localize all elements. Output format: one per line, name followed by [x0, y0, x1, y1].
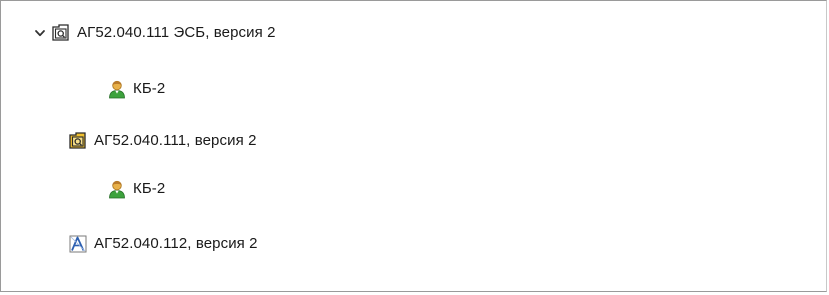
user-icon: [107, 179, 127, 199]
user-icon: [107, 79, 127, 99]
tree-node-label: АГ52.040.112, версия 2: [94, 235, 258, 252]
tree-node-label: АГ52.040.111, версия 2: [94, 132, 257, 149]
tree-node-kb2-b[interactable]: КБ-2: [107, 177, 165, 201]
chevron-down-icon[interactable]: [32, 21, 48, 45]
drawing-icon: [68, 234, 88, 254]
tree-node-kb2-a[interactable]: КБ-2: [107, 77, 165, 101]
tree-node-label: КБ-2: [133, 180, 166, 197]
tree-node-asb-doc[interactable]: АГ52.040.111 ЭСБ, версия 2: [32, 21, 276, 45]
tree-panel: АГ52.040.111 ЭСБ, версия 2 КБ-2 АГ52.040…: [0, 0, 827, 292]
tree-node-assembly[interactable]: АГ52.040.111, версия 2: [68, 129, 257, 153]
tree-node-label: АГ52.040.111 ЭСБ, версия 2: [77, 24, 276, 41]
assembly-doc-icon: [51, 23, 71, 43]
tree-node-label: КБ-2: [133, 80, 166, 97]
assembly-icon: [68, 131, 88, 151]
tree-node-drawing[interactable]: АГ52.040.112, версия 2: [68, 232, 258, 256]
